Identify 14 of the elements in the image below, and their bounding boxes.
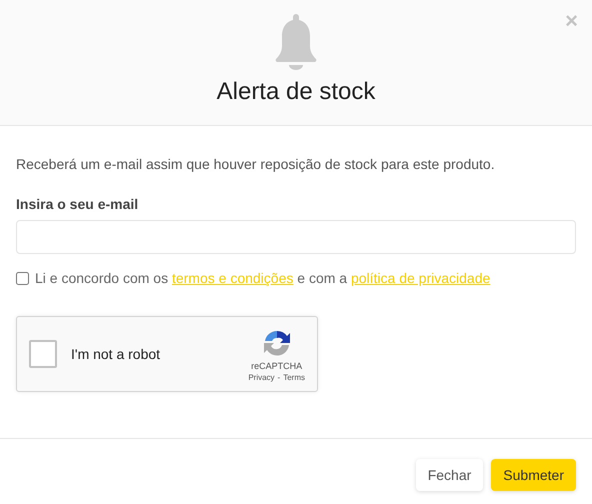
terms-link[interactable]: Terms [283, 372, 305, 382]
captcha-label: I'm not a robot [71, 346, 162, 362]
privacy-link[interactable]: Privacy [248, 372, 275, 382]
agreement-text: Li e concordo com os termos e condições e com a política de privacidade [35, 270, 490, 286]
captcha-checkbox[interactable] [29, 340, 57, 368]
info-message: Receberá um e-mail assim que houver reposição de stock para este produto. [16, 156, 496, 172]
email-field[interactable] [16, 220, 576, 254]
recaptcha-brand: reCAPTCHA [251, 360, 302, 370]
agreement-checkbox[interactable] [16, 272, 29, 284]
dialog-title: Alerta de stock [216, 78, 376, 106]
email-label: Insira o seu e-mail [16, 196, 140, 212]
submit-button[interactable]: Submeter [491, 459, 576, 491]
close-dialog-button[interactable]: Fechar [416, 459, 484, 491]
link-separator: - [278, 372, 280, 382]
